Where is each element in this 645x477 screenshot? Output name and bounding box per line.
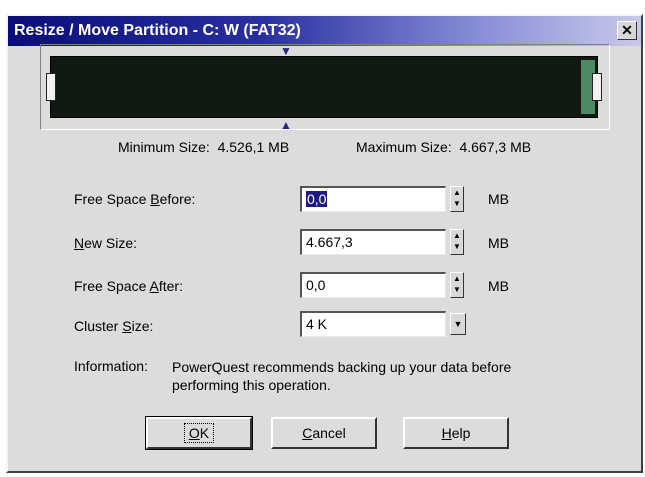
new-size-label: New Size: <box>74 235 138 251</box>
information-text: PowerQuest recommends backing up your da… <box>172 359 512 393</box>
cluster-size-label: Cluster Size: <box>74 318 154 334</box>
spin-down-icon[interactable]: ▼ <box>451 284 463 295</box>
cluster-size-select[interactable]: 4 K <box>300 311 446 337</box>
free-after-unit: MB <box>488 278 509 294</box>
min-size-value: 4.526,1 MB <box>217 139 290 155</box>
partition-bar[interactable] <box>46 56 602 118</box>
free-before-input[interactable]: 0,0 <box>300 186 446 212</box>
help-button[interactable]: Help <box>403 417 509 449</box>
close-button[interactable]: ✕ <box>617 21 637 40</box>
free-before-label: Free Space Before: <box>74 191 196 207</box>
new-size-spinner[interactable]: ▲ ▼ <box>450 229 464 255</box>
free-after-label: Free Space After: <box>74 278 183 294</box>
cancel-button[interactable]: Cancel <box>271 417 377 449</box>
triangle-marker-icon: ▲ <box>280 118 292 132</box>
close-icon: ✕ <box>621 22 633 38</box>
spin-down-icon[interactable]: ▼ <box>451 241 463 252</box>
max-size-value: 4.667,3 MB <box>459 139 532 155</box>
max-size-label: Maximum Size: 4.667,3 MB <box>356 139 532 155</box>
right-resize-handle[interactable] <box>592 73 602 101</box>
ok-button[interactable]: OK <box>145 416 253 450</box>
information-label: Information: <box>74 358 148 374</box>
window-title: Resize / Move Partition - C: W (FAT32) <box>14 22 301 39</box>
spin-up-icon[interactable]: ▲ <box>451 273 463 284</box>
free-before-spinner[interactable]: ▲ ▼ <box>450 186 464 212</box>
free-after-spinner[interactable]: ▲ ▼ <box>450 272 464 298</box>
chevron-down-icon[interactable]: ▼ <box>450 313 466 335</box>
free-before-unit: MB <box>488 191 509 207</box>
min-size-label: Minimum Size: 4.526,1 MB <box>118 139 290 155</box>
new-size-unit: MB <box>488 235 509 251</box>
new-size-input[interactable]: 4.667,3 <box>300 229 446 255</box>
spin-up-icon[interactable]: ▲ <box>451 187 463 198</box>
left-resize-handle[interactable] <box>46 73 56 101</box>
spin-down-icon[interactable]: ▼ <box>451 198 463 209</box>
title-bar[interactable]: Resize / Move Partition - C: W (FAT32) ✕ <box>8 16 641 46</box>
free-after-input[interactable]: 0,0 <box>300 272 446 298</box>
spin-up-icon[interactable]: ▲ <box>451 230 463 241</box>
